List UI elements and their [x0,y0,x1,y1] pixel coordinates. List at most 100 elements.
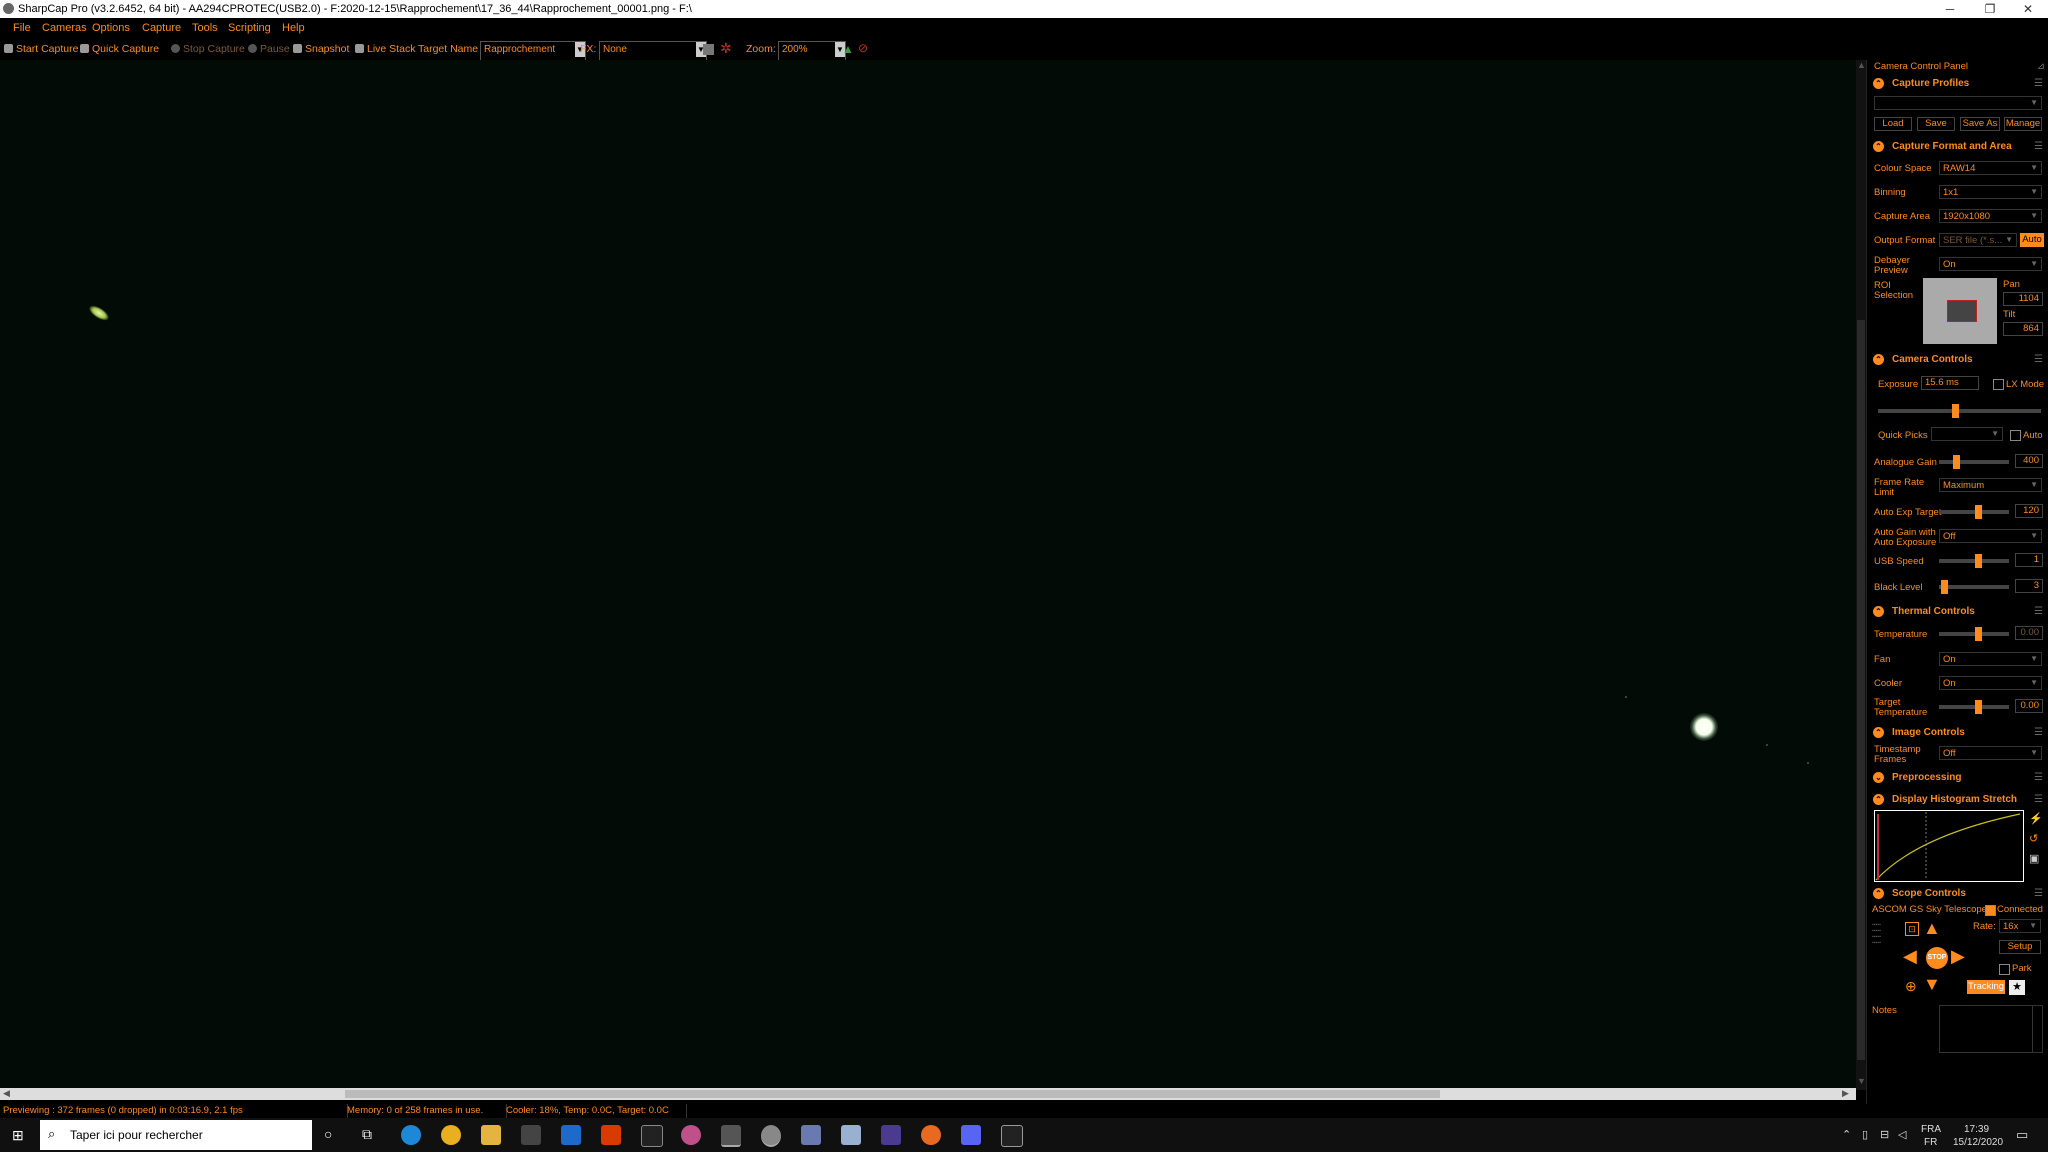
slider-knob[interactable] [1941,580,1948,594]
black-level-slider[interactable] [1939,580,2009,594]
frame-rate-select[interactable]: Maximum ▼ [1939,478,2042,492]
stop-button[interactable]: STOP [1926,947,1948,969]
vertical-scrollbar[interactable]: ▲ ▼ [1856,60,1866,1090]
menu-icon[interactable]: ☰ [2034,888,2043,899]
cortana-icon[interactable]: ○ [324,1126,332,1142]
volume-icon[interactable]: ◁ [1898,1128,1906,1141]
pin-icon[interactable]: ⊿ [2037,62,2045,72]
auto-exposure-checkbox[interactable] [2010,430,2021,441]
auto-gain-select[interactable]: Off ▼ [1939,529,2042,543]
discord-icon[interactable] [961,1125,981,1145]
histogram-icon[interactable]: ▲ [842,42,854,56]
manage-profiles-button[interactable]: Manage [2004,117,2042,131]
expand-icon[interactable]: ⌄ [1873,772,1884,783]
target-temperature-slider[interactable] [1939,700,2009,714]
clock-time[interactable]: 17:39 [1964,1124,1989,1135]
cooler-select[interactable]: On ▼ [1939,676,2042,690]
roi-selector[interactable] [1923,278,1997,344]
menu-cameras[interactable]: Cameras [42,22,87,34]
network-icon[interactable]: ⊟ [1880,1128,1889,1141]
tray-device-icon[interactable]: ▯ [1862,1128,1868,1141]
scope-setup-button[interactable]: Setup [1999,940,2041,954]
connected-checkbox[interactable] [1985,905,1996,916]
black-level-field[interactable]: 3 [2015,579,2043,593]
exposure-field[interactable]: 15.6 ms [1921,376,1979,390]
menu-icon[interactable]: ☰ [2034,606,2043,617]
edge-icon[interactable] [401,1125,421,1145]
reticle-icon[interactable]: ✲ [720,40,732,57]
star-icon[interactable]: ★ [2009,980,2025,995]
slider-knob[interactable] [1975,505,1982,519]
quick-picks-select[interactable]: ▼ [1931,427,2003,441]
scroll-left-icon[interactable]: ◀ [3,1088,10,1099]
app-icon[interactable] [721,1125,741,1147]
file-explorer-icon[interactable] [481,1125,501,1145]
menu-file[interactable]: File [13,22,31,34]
menu-tools[interactable]: Tools [192,22,218,34]
windows-start-icon[interactable]: ⊞ [12,1127,24,1144]
start-capture-button[interactable]: Start Capture [4,43,78,55]
disabled-icon[interactable]: ⊘ [858,41,868,55]
scope-controls-header[interactable]: ⌃ Scope Controls ☰ [1867,886,2048,902]
maximize-button[interactable]: ❐ [1970,0,2010,18]
firefox-icon[interactable] [921,1125,941,1145]
menu-scripting[interactable]: Scripting [228,22,271,34]
chrome-icon[interactable] [441,1125,461,1145]
collapse-icon[interactable]: ⌃ [1873,606,1884,617]
preprocessing-header[interactable]: ⌄ Preprocessing ☰ [1867,770,2048,786]
live-stack-button[interactable]: Live Stack [355,43,415,55]
menu-icon[interactable]: ☰ [2034,78,2043,89]
minimize-button[interactable]: ─ [1930,0,1970,18]
collapse-icon[interactable]: ⌃ [1873,794,1884,805]
lightning-icon[interactable]: ⚡ [2029,812,2043,825]
collapse-icon[interactable]: ⌃ [1873,78,1884,89]
slider-knob[interactable] [1953,455,1960,469]
capture-area-select[interactable]: 1920x1080 ▼ [1939,209,2042,223]
language-code[interactable]: FRA [1921,1124,1941,1135]
horizontal-scrollbar[interactable]: ◀ ▶ [0,1088,1856,1100]
menu-icon[interactable]: ☰ [2034,794,2043,805]
app-icon[interactable] [801,1125,821,1145]
target-icon[interactable]: ⊕ [1905,978,1917,995]
clock-date[interactable]: 15/12/2020 [1953,1137,2003,1148]
stop-capture-button[interactable]: Stop Capture [171,43,245,55]
goto-icon[interactable]: ⊡ [1905,922,1919,936]
tray-chevron-icon[interactable]: ⌃ [1842,1128,1851,1141]
camera-controls-header[interactable]: ⌃ Camera Controls ☰ [1867,352,2048,368]
tracking-button[interactable]: Tracking [1967,980,2005,994]
snapshot-button[interactable]: Snapshot [293,43,349,55]
slider-knob[interactable] [1975,700,1982,714]
usb-speed-slider[interactable] [1939,554,2009,568]
scroll-down-icon[interactable]: ▼ [1857,1076,1866,1086]
output-auto-button[interactable]: Auto [2020,233,2044,247]
menu-capture[interactable]: Capture [142,22,181,34]
auto-exp-target-slider[interactable] [1939,505,2009,519]
app-icon[interactable] [1001,1125,1023,1147]
arrow-left-icon[interactable]: ◀ [1903,946,1917,967]
app-icon[interactable] [681,1125,701,1145]
menu-help[interactable]: Help [282,22,305,34]
image-controls-header[interactable]: ⌃ Image Controls ☰ [1867,725,2048,741]
calculator-icon[interactable] [841,1125,861,1145]
timestamp-frames-select[interactable]: Off ▼ [1939,746,2042,760]
output-format-select[interactable]: SER file (*.s... ▼ [1939,233,2017,247]
keyboard-layout[interactable]: FR [1924,1137,1937,1148]
analogue-gain-slider[interactable] [1939,455,2009,469]
auto-exp-target-field[interactable]: 120 [2015,504,2043,518]
reset-icon[interactable]: ↺ [2029,832,2038,845]
park-checkbox[interactable] [1999,964,2010,975]
menu-icon[interactable]: ☰ [2034,354,2043,365]
search-input[interactable]: ⌕ Taper ici pour rechercher [40,1120,312,1150]
arrow-right-icon[interactable]: ▶ [1951,946,1965,967]
histogram-header[interactable]: ⌃ Display Histogram Stretch ☰ [1867,792,2048,808]
collapse-icon[interactable]: ⌃ [1873,141,1884,152]
sharpcap-icon[interactable] [761,1125,781,1147]
scroll-thumb[interactable] [345,1090,1440,1098]
preview-area[interactable] [0,60,1856,1090]
pause-button[interactable]: Pause [248,43,290,55]
fan-select[interactable]: On ▼ [1939,652,2042,666]
close-button[interactable]: ✕ [2008,0,2048,18]
fx-settings-icon[interactable] [703,44,714,55]
save-profile-button[interactable]: Save [1917,117,1955,131]
mail-icon[interactable] [561,1125,581,1145]
